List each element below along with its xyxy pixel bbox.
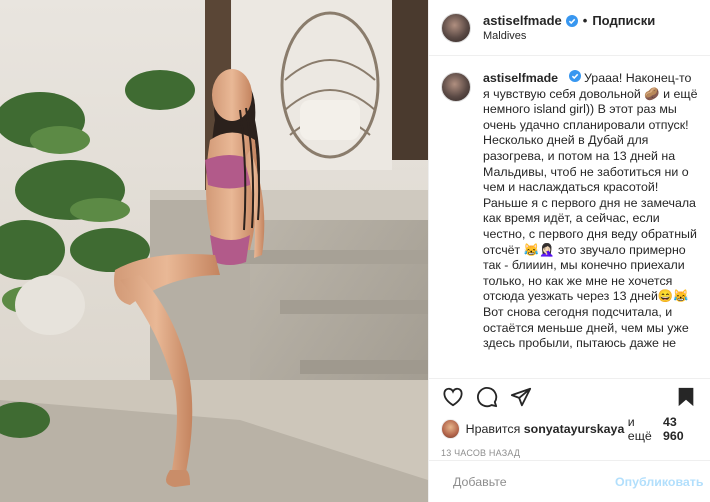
caption-body: astiselfmade Урааа! Наконец-то я чувству… <box>483 70 698 352</box>
caption-verified-badge-icon <box>568 70 581 82</box>
following-button[interactable]: Подписки <box>592 13 655 28</box>
comment-button[interactable] <box>475 385 499 409</box>
header-text: astiselfmade • Подписки Maldives <box>483 13 655 42</box>
comment-composer: Опубликовать <box>429 460 710 502</box>
instagram-post: astiselfmade • Подписки Maldives astisel… <box>0 0 710 502</box>
caption-username[interactable]: astiselfmade <box>483 71 558 85</box>
likes-middle: и ещё <box>627 415 652 443</box>
publish-button[interactable]: Опубликовать <box>615 475 703 489</box>
share-button[interactable] <box>509 385 533 409</box>
bookmark-icon <box>678 387 694 406</box>
liker-avatar[interactable] <box>441 419 460 439</box>
likes-prefix: Нравится <box>465 422 521 436</box>
comment-icon <box>477 386 498 407</box>
author-avatar[interactable] <box>441 12 471 43</box>
post-photo-illustration <box>0 0 428 502</box>
caption-text: Урааа! Наконец-то я чувствую себя доволь… <box>483 71 698 351</box>
comment-input[interactable] <box>451 473 615 490</box>
save-button[interactable] <box>674 385 698 409</box>
post-timestamp[interactable]: 13 ЧАСОВ НАЗАД <box>429 440 710 460</box>
author-username[interactable]: astiselfmade <box>483 13 562 28</box>
header-row: astiselfmade • Подписки <box>483 13 655 28</box>
liker-username[interactable]: sonyatayurskaya <box>524 422 625 436</box>
post-sidebar: astiselfmade • Подписки Maldives astisel… <box>428 0 710 502</box>
likes-row: Нравится sonyatayurskaya и ещё 43 960 <box>429 414 710 443</box>
likes-count[interactable]: 43 960 <box>663 415 698 443</box>
share-icon <box>510 387 532 406</box>
like-button[interactable] <box>441 385 465 409</box>
comments-area[interactable]: astiselfmade Урааа! Наконец-то я чувству… <box>429 56 710 378</box>
post-photo[interactable] <box>0 0 428 502</box>
heart-icon <box>443 387 463 406</box>
caption-avatar[interactable] <box>441 72 471 102</box>
location-link[interactable]: Maldives <box>483 30 655 42</box>
action-bar <box>429 378 710 414</box>
post-header: astiselfmade • Подписки Maldives <box>429 0 710 56</box>
separator-dot: • <box>582 13 588 28</box>
verified-badge-icon <box>565 14 578 27</box>
caption: astiselfmade Урааа! Наконец-то я чувству… <box>441 70 698 352</box>
